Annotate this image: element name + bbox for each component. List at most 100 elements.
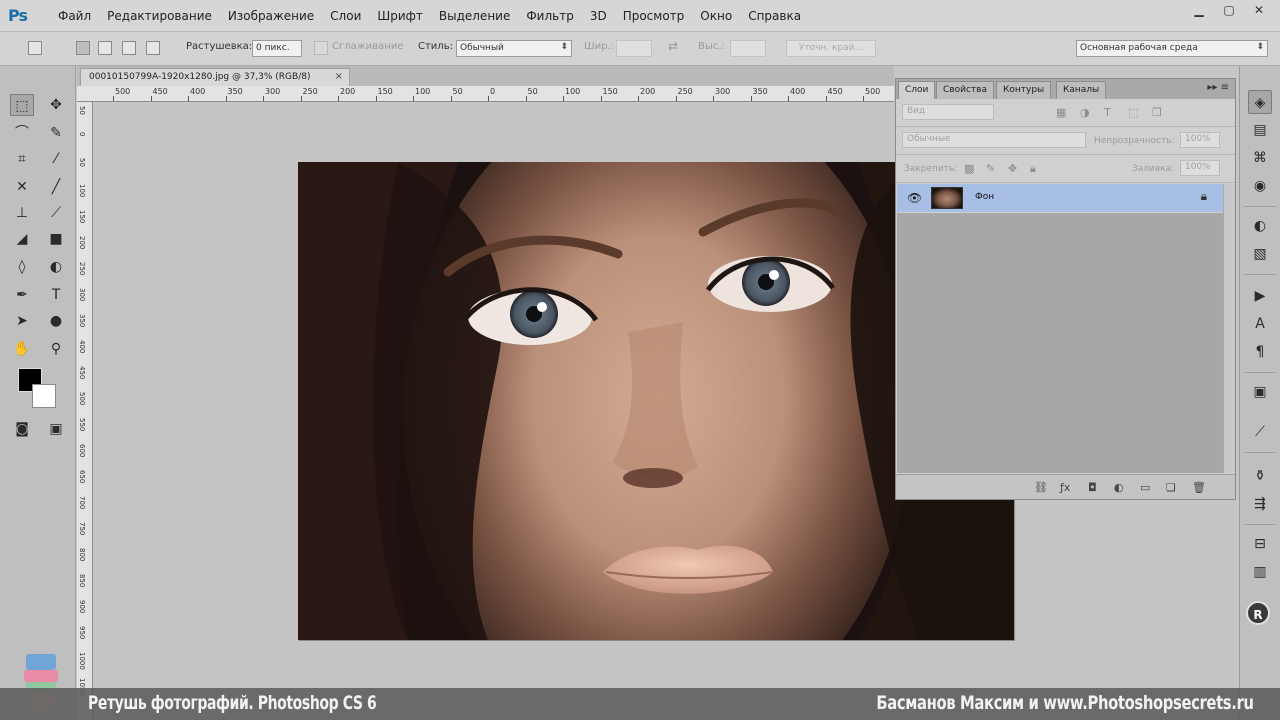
filter-smart-object-icon[interactable]: ❐ [1152, 106, 1162, 119]
move-icon[interactable]: ✥ [44, 94, 68, 116]
lasso-icon[interactable]: ⌒ [10, 122, 34, 144]
notes-dock-icon[interactable]: ▥ [1248, 560, 1272, 584]
close-button[interactable]: ✕ [1244, 1, 1274, 19]
blur-icon[interactable]: ◊ [10, 256, 34, 278]
crop-icon[interactable]: ⌗ [10, 148, 34, 170]
paths-dock-icon[interactable]: ⌘ [1248, 146, 1272, 170]
menu-select[interactable]: Выделение [431, 9, 518, 23]
clone-stamp-icon[interactable]: ⊥ [10, 202, 34, 224]
r-badge-icon[interactable]: R [1246, 601, 1270, 625]
tab-layers[interactable]: Слои [898, 81, 936, 99]
hand-icon[interactable]: ✋ [10, 338, 34, 360]
quick-selection-icon[interactable]: ✎ [44, 122, 68, 144]
layer-row-background[interactable]: 👁︎ Фон 🔒︎ [897, 184, 1223, 212]
channels-dock-icon[interactable]: ▤ [1248, 118, 1272, 142]
menu-image[interactable]: Изображение [220, 9, 322, 23]
eraser-icon[interactable]: ◢ [10, 228, 34, 250]
swap-icon[interactable]: ⇄ [668, 39, 678, 53]
filter-kind-select[interactable]: Вид [902, 104, 994, 120]
clone-source-dock-icon[interactable]: ⚱ [1248, 464, 1272, 488]
link-layers-icon[interactable]: ⛓︎ [1034, 481, 1048, 494]
menu-type[interactable]: Шрифт [369, 9, 431, 23]
minimize-button[interactable]: ▁ [1184, 1, 1214, 19]
adjustment-layer-icon[interactable]: ◐ [1114, 481, 1124, 494]
lock-pixels-icon[interactable]: ✎ [986, 162, 995, 175]
brush-icon[interactable]: ╱ [44, 176, 68, 198]
layer-lock-icon[interactable]: 🔒︎ [1201, 189, 1207, 204]
new-selection-icon[interactable] [76, 41, 90, 55]
refine-edge-button[interactable]: Уточн. край... [786, 40, 876, 57]
color-dock-icon[interactable]: ◉ [1248, 174, 1272, 198]
lock-position-icon[interactable]: ✥ [1008, 162, 1017, 175]
antialias-checkbox[interactable] [314, 41, 328, 55]
add-selection-icon[interactable] [98, 41, 112, 55]
close-document-icon[interactable]: × [335, 71, 343, 82]
gradient-icon[interactable]: ■ [44, 228, 68, 250]
new-group-icon[interactable]: ▭ [1140, 481, 1150, 494]
intersect-selection-icon[interactable] [146, 41, 160, 55]
add-mask-icon[interactable]: ◘ [1088, 481, 1097, 494]
workspace-select[interactable]: Основная рабочая среда [1076, 40, 1268, 57]
styles-dock-icon[interactable]: ▧ [1248, 242, 1272, 266]
character-dock-icon[interactable]: A [1248, 312, 1272, 336]
maximize-button[interactable]: ▢ [1214, 1, 1244, 19]
layers-dock-icon[interactable]: ◈ [1248, 90, 1272, 114]
filter-type-icon[interactable]: T [1104, 106, 1111, 119]
panel-menu-icon[interactable]: ▸▸ ≡ [1207, 82, 1229, 93]
tab-paths[interactable]: Контуры [996, 81, 1052, 99]
feather-label: Растушевка: [186, 41, 253, 52]
new-layer-icon[interactable]: ❏ [1166, 481, 1176, 494]
opacity-input[interactable]: 100% [1180, 132, 1220, 148]
menu-3d[interactable]: 3D [582, 9, 615, 23]
style-select[interactable]: Обычный [456, 40, 572, 57]
layers-scrollbar[interactable] [1223, 184, 1235, 473]
filter-shape-icon[interactable]: ⬚ [1128, 106, 1138, 119]
actions-dock-icon[interactable]: ▶ [1248, 284, 1272, 308]
history-brush-icon[interactable]: ⟋ [44, 202, 68, 224]
zoom-icon[interactable]: ⚲ [44, 338, 68, 360]
filter-adjustment-icon[interactable]: ◑ [1080, 106, 1090, 119]
eyedropper-icon[interactable]: ⁄ [44, 148, 68, 170]
background-color-swatch[interactable] [32, 384, 56, 408]
quick-mask-icon[interactable]: ◙ [10, 418, 34, 440]
tab-properties[interactable]: Свойства [936, 81, 994, 99]
menu-edit[interactable]: Редактирование [99, 9, 220, 23]
subtract-selection-icon[interactable] [122, 41, 136, 55]
width-input[interactable] [616, 40, 652, 57]
feather-input[interactable]: 0 пикс. [252, 40, 302, 57]
tab-channels[interactable]: Каналы [1056, 81, 1107, 99]
marquee-preset-icon[interactable] [28, 41, 42, 55]
paragraph-dock-icon[interactable]: ¶ [1248, 340, 1272, 364]
layer-style-icon[interactable]: ƒx [1060, 481, 1070, 494]
layer-name[interactable]: Фон [975, 192, 994, 202]
type-icon[interactable]: T [44, 284, 68, 306]
rectangular-marquee-icon[interactable]: ⬚ [10, 94, 34, 116]
menu-help[interactable]: Справка [740, 9, 809, 23]
spot-healing-icon[interactable]: ✕ [10, 176, 34, 198]
fill-input[interactable]: 100% [1180, 160, 1220, 176]
blend-mode-select[interactable]: Обычные [902, 132, 1086, 148]
filter-pixel-icon[interactable]: ▦ [1056, 106, 1066, 119]
dodge-icon[interactable]: ◐ [44, 256, 68, 278]
navigator-dock-icon[interactable]: ▣ [1248, 380, 1272, 404]
adjustments-dock-icon[interactable]: ◐ [1248, 214, 1272, 238]
menu-filter[interactable]: Фильтр [518, 9, 581, 23]
menu-window[interactable]: Окно [692, 9, 740, 23]
lock-transparent-icon[interactable]: ▩ [964, 162, 974, 175]
document-tab[interactable]: 00010150799A-1920x1280.jpg @ 37,3% (RGB/… [80, 68, 350, 86]
screen-mode-icon[interactable]: ▣ [44, 418, 68, 440]
height-input[interactable] [730, 40, 766, 57]
brush-presets-dock-icon[interactable]: ⟋ [1248, 420, 1272, 444]
menu-view[interactable]: Просмотр [615, 9, 693, 23]
layers-list-empty-area[interactable] [897, 213, 1223, 473]
history-dock-icon[interactable]: ⊟ [1248, 532, 1272, 556]
visibility-eye-icon[interactable]: 👁︎ [907, 191, 922, 205]
shape-icon[interactable]: ● [44, 310, 68, 332]
pen-icon[interactable]: ✒ [10, 284, 34, 306]
lock-all-icon[interactable]: 🔒︎ [1030, 162, 1036, 176]
menu-layers[interactable]: Слои [322, 9, 369, 23]
delete-layer-icon[interactable]: 🗑︎ [1192, 481, 1206, 494]
menu-file[interactable]: Файл [50, 9, 99, 23]
tool-presets-dock-icon[interactable]: ⇶ [1248, 492, 1272, 516]
path-selection-icon[interactable]: ➤ [10, 310, 34, 332]
